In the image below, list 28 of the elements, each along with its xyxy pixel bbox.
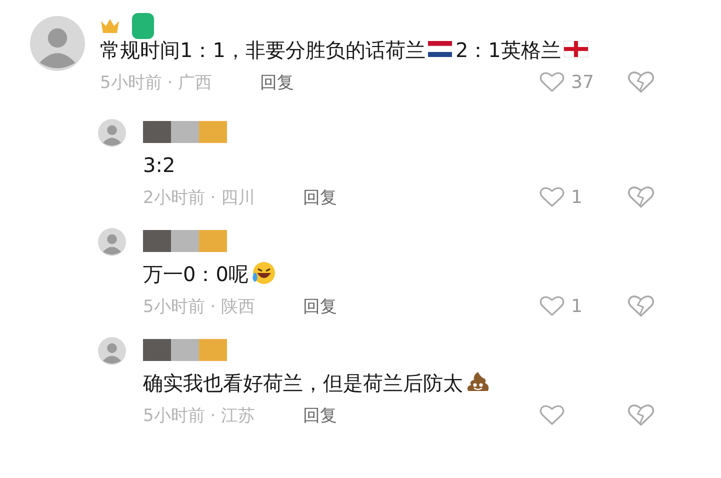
comment-time: 5小时前 · 江苏 xyxy=(143,404,256,426)
comment-time: 2小时前 · 四川 xyxy=(143,186,256,208)
avatar-icon[interactable] xyxy=(98,228,126,256)
avatar-icon[interactable] xyxy=(98,119,126,147)
dislike-button[interactable] xyxy=(627,184,655,210)
comment-text: 常规时间1：1，非要分胜负的话荷兰 xyxy=(100,38,426,62)
laughing-face-icon xyxy=(250,261,276,285)
comment-text: 2：1英格兰 xyxy=(455,38,561,62)
reply-link[interactable]: 回复 xyxy=(303,404,337,426)
comment-text: 确实我也看好荷兰，但是荷兰后防太 xyxy=(143,371,463,395)
dislike-button[interactable] xyxy=(627,69,655,95)
comment-time: 5小时前 · 陕西 xyxy=(143,296,256,318)
poop-icon xyxy=(465,370,491,394)
heart-icon xyxy=(539,294,565,318)
comment-time: 5小时前 · 广西 xyxy=(100,72,214,94)
dislike-button[interactable] xyxy=(627,293,655,319)
like-button[interactable] xyxy=(539,403,565,427)
heart-icon xyxy=(539,70,565,94)
comment-text: 3:2 xyxy=(143,153,176,177)
dislike-button[interactable] xyxy=(627,402,655,428)
avatar-icon[interactable] xyxy=(98,337,126,365)
reply-link[interactable]: 回复 xyxy=(303,186,337,208)
heart-icon xyxy=(539,403,565,427)
heart-icon xyxy=(539,185,565,209)
avatar-icon[interactable] xyxy=(30,16,85,71)
reply-link[interactable]: 回复 xyxy=(303,294,337,318)
reply-link[interactable]: 回复 xyxy=(260,70,294,94)
comment-text: 万一0：0呢 xyxy=(143,262,248,286)
